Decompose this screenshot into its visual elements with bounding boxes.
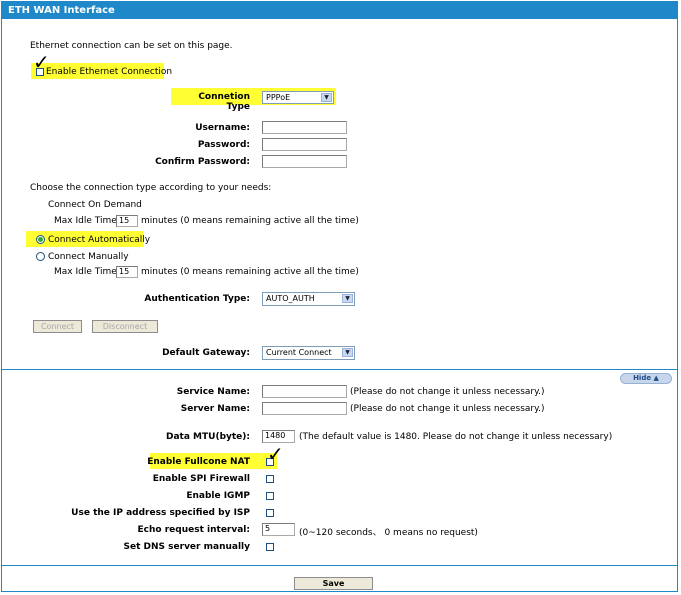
default-gateway-value: Current Connect xyxy=(266,348,332,357)
connect-automatically-label: Connect Automatically xyxy=(48,235,151,245)
isp-ip-label: Use the IP address specified by ISP xyxy=(71,508,250,518)
connect-manually-radio[interactable] xyxy=(36,252,45,261)
confirm-password-label: Confirm Password: xyxy=(155,157,250,167)
connect-automatically-radio[interactable] xyxy=(36,235,45,244)
connection-type-label: Connetion Type xyxy=(198,92,250,112)
minutes-note-1: minutes (0 means remaining active all th… xyxy=(141,216,359,226)
echo-interval-label: Echo request interval: xyxy=(137,525,250,535)
default-gateway-select[interactable]: Current Connect ▼ xyxy=(262,346,355,360)
isp-ip-checkbox[interactable] xyxy=(266,509,274,517)
username-label: Username: xyxy=(195,123,250,133)
echo-interval-input[interactable]: 5 xyxy=(262,523,295,536)
server-name-label: Server Name: xyxy=(180,404,250,414)
igmp-label: Enable IGMP xyxy=(186,491,250,501)
connection-type-value: PPPoE xyxy=(266,93,291,102)
service-name-label: Service Name: xyxy=(176,387,250,397)
password-label: Password: xyxy=(197,140,250,150)
chevron-up-icon: ▲ xyxy=(653,374,659,382)
data-mtu-note: (The default value is 1480. Please do no… xyxy=(299,432,613,442)
window-title: ETH WAN Interface xyxy=(2,2,678,19)
save-button[interactable]: Save xyxy=(294,577,373,590)
igmp-checkbox[interactable] xyxy=(266,492,274,500)
max-idle-input-2[interactable]: 15 xyxy=(116,266,138,278)
spi-firewall-label: Enable SPI Firewall xyxy=(152,474,250,484)
checkmark-icon: ✓ xyxy=(267,442,284,466)
service-name-note: (Please do not change it unless necessar… xyxy=(350,387,545,397)
connect-button[interactable]: Connect xyxy=(33,320,82,333)
fullcone-nat-label: Enable Fullcone NAT xyxy=(147,457,250,467)
auth-type-select[interactable]: AUTO_AUTH ▼ xyxy=(262,292,355,306)
max-idle-label-2: Max Idle Time: xyxy=(54,267,120,277)
max-idle-label-1: Max Idle Time: xyxy=(54,216,120,226)
chevron-down-icon: ▼ xyxy=(342,348,353,357)
dns-manual-checkbox[interactable] xyxy=(266,543,274,551)
data-mtu-label: Data MTU(byte): xyxy=(166,432,250,442)
intro-text: Ethernet connection can be set on this p… xyxy=(30,41,233,51)
server-name-note: (Please do not change it unless necessar… xyxy=(350,404,545,414)
hide-advanced-button[interactable]: Hide ▲ xyxy=(620,373,672,384)
dns-manual-label: Set DNS server manually xyxy=(123,542,250,552)
auth-type-label: Authentication Type: xyxy=(144,294,250,304)
chevron-down-icon: ▼ xyxy=(342,294,353,303)
password-input[interactable] xyxy=(262,138,347,151)
default-gateway-label: Default Gateway: xyxy=(162,348,250,358)
minutes-note-2: minutes (0 means remaining active all th… xyxy=(141,267,359,277)
service-name-input[interactable] xyxy=(262,385,347,398)
server-name-input[interactable] xyxy=(262,402,347,415)
enable-ethernet-label: Enable Ethernet Connection xyxy=(46,67,173,77)
section-divider xyxy=(2,369,678,370)
hide-label: Hide xyxy=(633,374,652,382)
disconnect-button[interactable]: Disconnect xyxy=(92,320,158,333)
connect-on-demand-label: Connect On Demand xyxy=(48,200,142,210)
echo-interval-note: (0~120 seconds、 0 means no request) xyxy=(299,528,478,538)
confirm-password-input[interactable] xyxy=(262,155,347,168)
connection-type-select[interactable]: PPPoE ▼ xyxy=(262,91,334,104)
footer-divider xyxy=(2,565,678,566)
chevron-down-icon: ▼ xyxy=(321,93,332,102)
spi-firewall-checkbox[interactable] xyxy=(266,475,274,483)
auth-type-value: AUTO_AUTH xyxy=(266,294,315,303)
max-idle-input-1[interactable]: 15 xyxy=(116,215,138,227)
username-input[interactable] xyxy=(262,121,347,134)
connect-manually-label: Connect Manually xyxy=(48,252,129,262)
mode-prompt: Choose the connection type according to … xyxy=(30,183,272,193)
